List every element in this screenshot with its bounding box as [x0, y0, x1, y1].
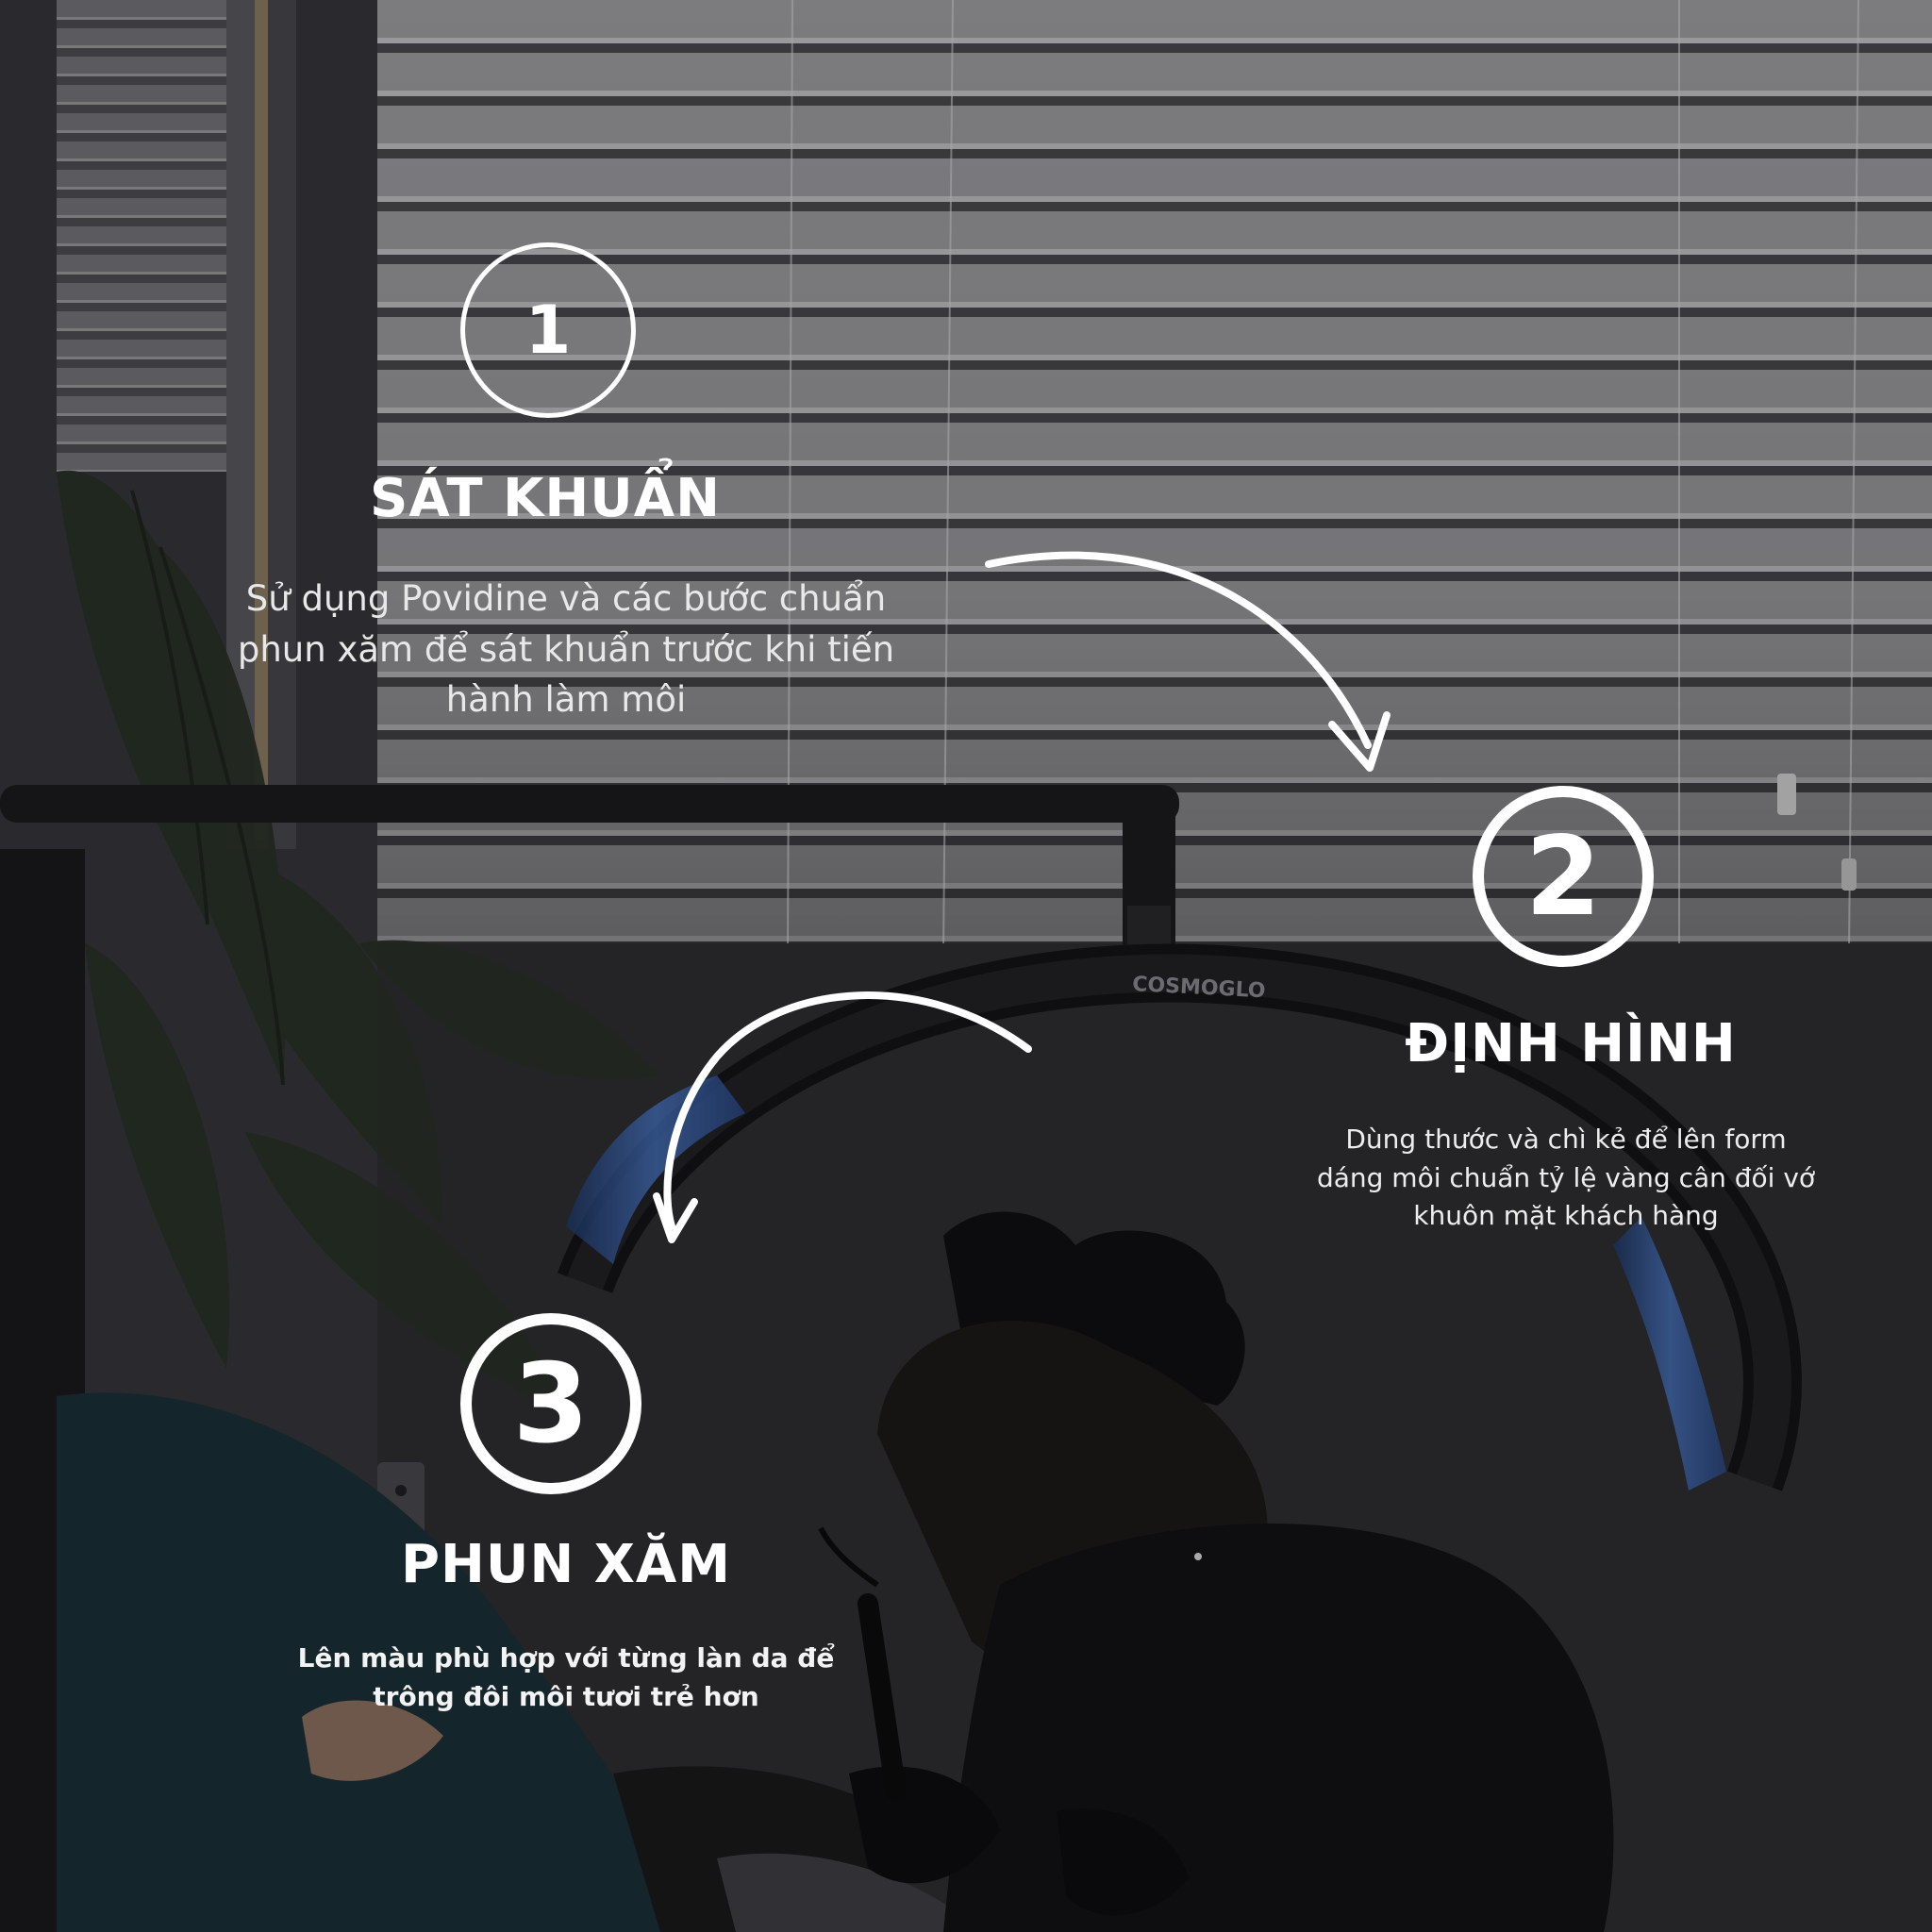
step-1-description-line: Sử dụng Povidine và các bước chuẩn: [245, 578, 887, 619]
step-1-description-line: phun xăm để sát khuẩn trước khi tiến: [237, 628, 895, 670]
step-1-description-line: hành làm môi: [445, 679, 687, 721]
step-3-description-line: trông đôi môi tươi trẻ hơn: [373, 1680, 759, 1712]
step-1-description: Sử dụng Povidine và các bước chuẩn phun …: [189, 574, 943, 725]
step-2-number-circle: 2: [1473, 786, 1654, 967]
step-2-description-line: dáng môi chuẩn tỷ lệ vàng cân đối vớ: [1316, 1161, 1816, 1193]
step-3-description-line: Lên màu phù hợp với từng làn da để: [297, 1642, 835, 1674]
step-1-number: 1: [525, 291, 572, 369]
step-2-title: ĐỊNH HÌNH: [1405, 1013, 1737, 1074]
step-2-number: 2: [1524, 812, 1602, 941]
step-3-number-circle: 3: [460, 1313, 641, 1494]
step-3-title: PHUN XĂM: [401, 1534, 731, 1595]
step-2-description-line: khuôn mặt khách hàng: [1413, 1200, 1719, 1232]
step-1-number-circle: 1: [460, 242, 636, 418]
step-1-title: SÁT KHUẨN: [370, 468, 721, 529]
step-3-number: 3: [512, 1340, 590, 1468]
step-3-description: Lên màu phù hợp với từng làn da để trông…: [255, 1640, 877, 1716]
step-2-description-line: Dùng thước và chì kẻ để lên form: [1345, 1124, 1787, 1155]
step-2-description: Dùng thước và chì kẻ để lên form dáng mô…: [1283, 1121, 1849, 1236]
